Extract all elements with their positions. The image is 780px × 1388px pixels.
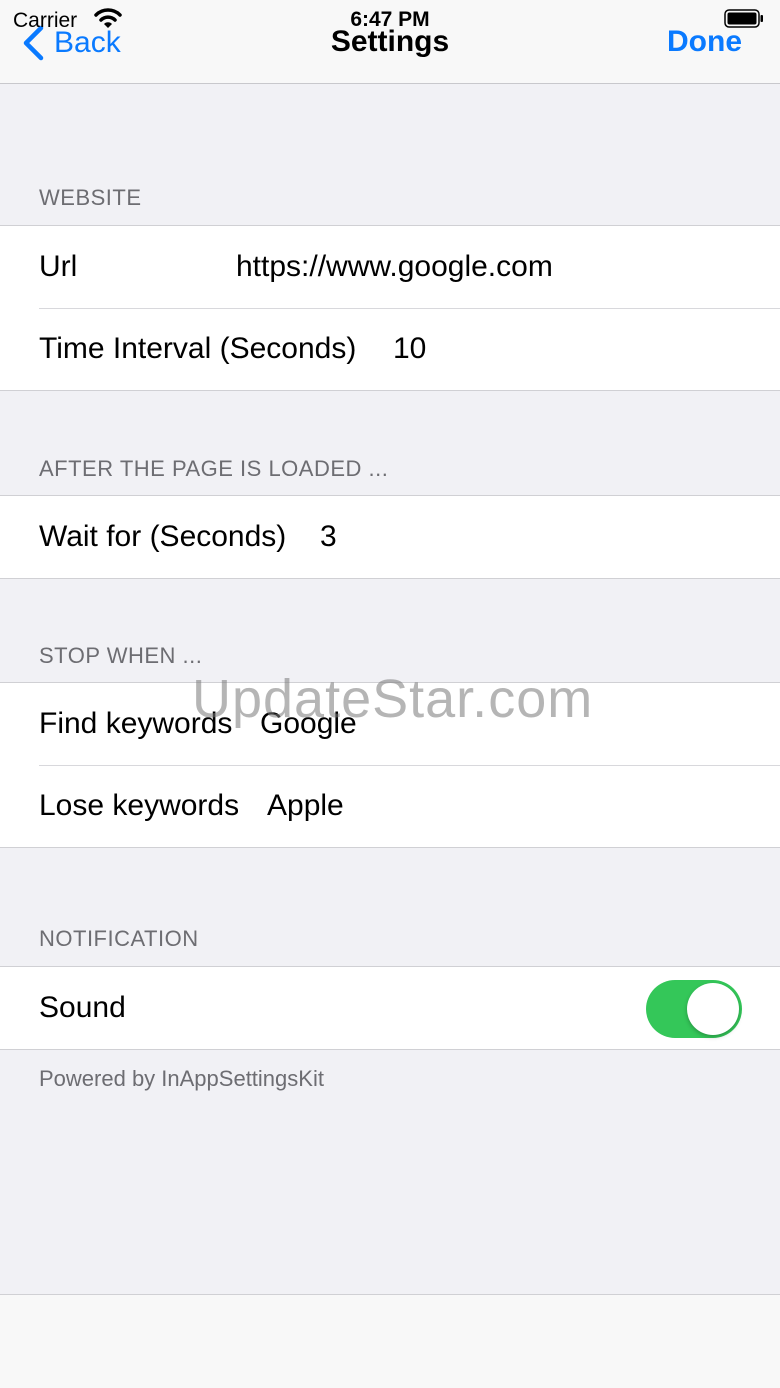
section-header-after-load: AFTER THE PAGE IS LOADED ... [39, 456, 389, 481]
sound-toggle[interactable] [646, 980, 742, 1038]
toggle-knob [687, 983, 739, 1035]
url-label: Url [39, 250, 78, 283]
find-keywords-label: Find keywords [39, 707, 233, 740]
find-keywords-value[interactable]: Google [260, 707, 357, 741]
battery-icon [724, 9, 763, 28]
stop-when-group: Find keywords Google Lose keywords Apple [0, 682, 780, 848]
status-bar: Carrier 6:47 PM [0, 0, 780, 32]
time-interval-value[interactable]: 10 [393, 332, 426, 366]
section-header-notification: NOTIFICATION [39, 926, 199, 951]
time-interval-row[interactable]: Time Interval (Seconds) 10 [0, 308, 780, 390]
section-header-website: WEBSITE [39, 185, 142, 210]
bottom-toolbar [0, 1294, 780, 1388]
section-header-stop-when: STOP WHEN ... [39, 643, 203, 668]
lose-keywords-value[interactable]: Apple [267, 789, 344, 823]
wait-for-value[interactable]: 3 [320, 520, 337, 554]
notification-group: Sound [0, 966, 780, 1050]
wait-for-row[interactable]: Wait for (Seconds) 3 [0, 496, 780, 578]
status-time: 6:47 PM [350, 8, 430, 31]
sound-label: Sound [39, 991, 126, 1024]
find-keywords-row[interactable]: Find keywords Google [0, 683, 780, 765]
time-interval-label: Time Interval (Seconds) [39, 332, 357, 365]
sound-row: Sound [0, 967, 780, 1049]
url-value[interactable]: https://www.google.com [236, 250, 553, 284]
url-row[interactable]: Url https://www.google.com [0, 226, 780, 308]
lose-keywords-row[interactable]: Lose keywords Apple [0, 765, 780, 847]
footer-note: Powered by InAppSettingsKit [39, 1066, 324, 1091]
website-group: Url https://www.google.com Time Interval… [0, 225, 780, 391]
after-load-group: Wait for (Seconds) 3 [0, 495, 780, 579]
wait-for-label: Wait for (Seconds) [39, 520, 287, 553]
lose-keywords-label: Lose keywords [39, 789, 240, 822]
